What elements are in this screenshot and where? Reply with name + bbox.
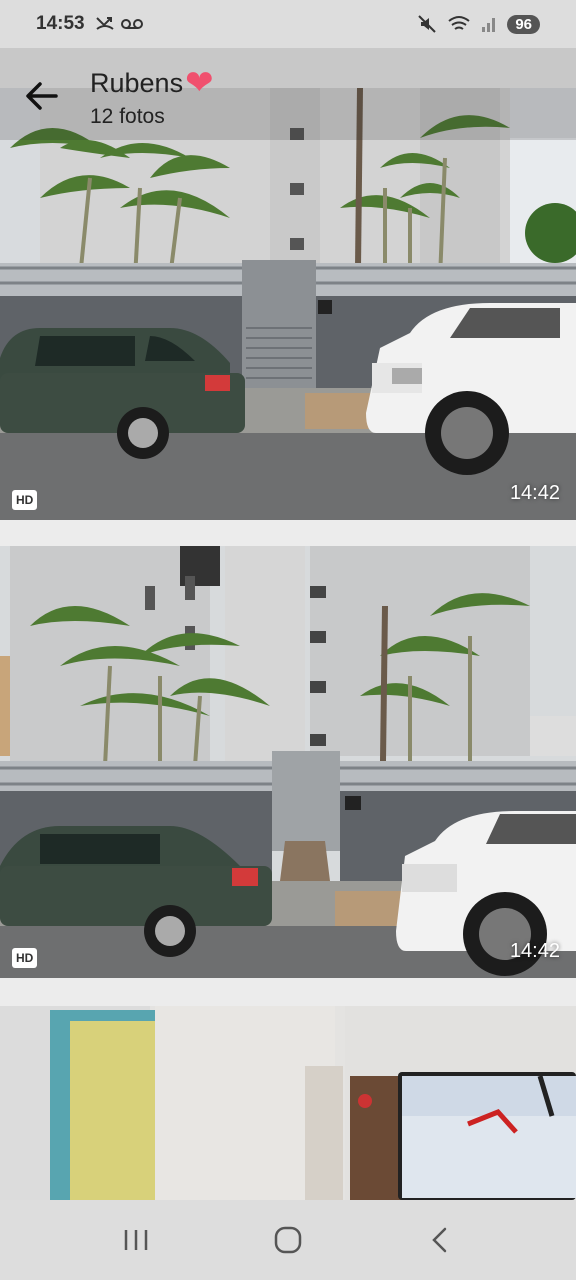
system-nav-bar	[0, 1200, 576, 1280]
voicemail-icon	[120, 19, 143, 29]
photo-count: 12 fotos	[90, 105, 165, 128]
recent-apps-icon	[124, 1230, 148, 1250]
signal-icon	[482, 18, 496, 32]
chat-title[interactable]: Rubens ❤	[90, 66, 214, 100]
hd-badge: HD	[12, 490, 38, 510]
photo-3[interactable]	[0, 1006, 576, 1200]
app-bar: Rubens ❤ 12 fotos	[0, 48, 576, 140]
back-icon	[432, 1227, 447, 1253]
home-button[interactable]	[258, 1215, 318, 1265]
mute-icon	[418, 15, 437, 33]
home-icon	[274, 1226, 302, 1254]
clock: 14:53	[36, 13, 85, 34]
status-bar: 14:53 96	[0, 0, 576, 48]
missed-call-icon	[95, 17, 114, 30]
arrow-back-icon	[26, 82, 58, 110]
photo-2[interactable]: HD 14:42	[0, 546, 576, 978]
back-button[interactable]	[22, 78, 62, 114]
heart-icon: ❤	[185, 64, 214, 102]
photo-timestamp: 14:42	[509, 940, 560, 962]
photo-timestamp: 14:42	[509, 482, 560, 504]
photo-1[interactable]: HD 14:42	[0, 88, 576, 520]
photo-viewer-screen: HD 14:42 HD 14:42 Rubens ❤ 12 fotos 14:5…	[0, 0, 576, 1280]
title-text: Rubens	[90, 67, 184, 98]
hd-badge: HD	[12, 948, 38, 968]
system-back-button[interactable]	[410, 1215, 470, 1265]
battery-indicator: 96	[507, 14, 540, 34]
wifi-icon	[448, 16, 470, 30]
recent-apps-button[interactable]	[106, 1215, 166, 1265]
